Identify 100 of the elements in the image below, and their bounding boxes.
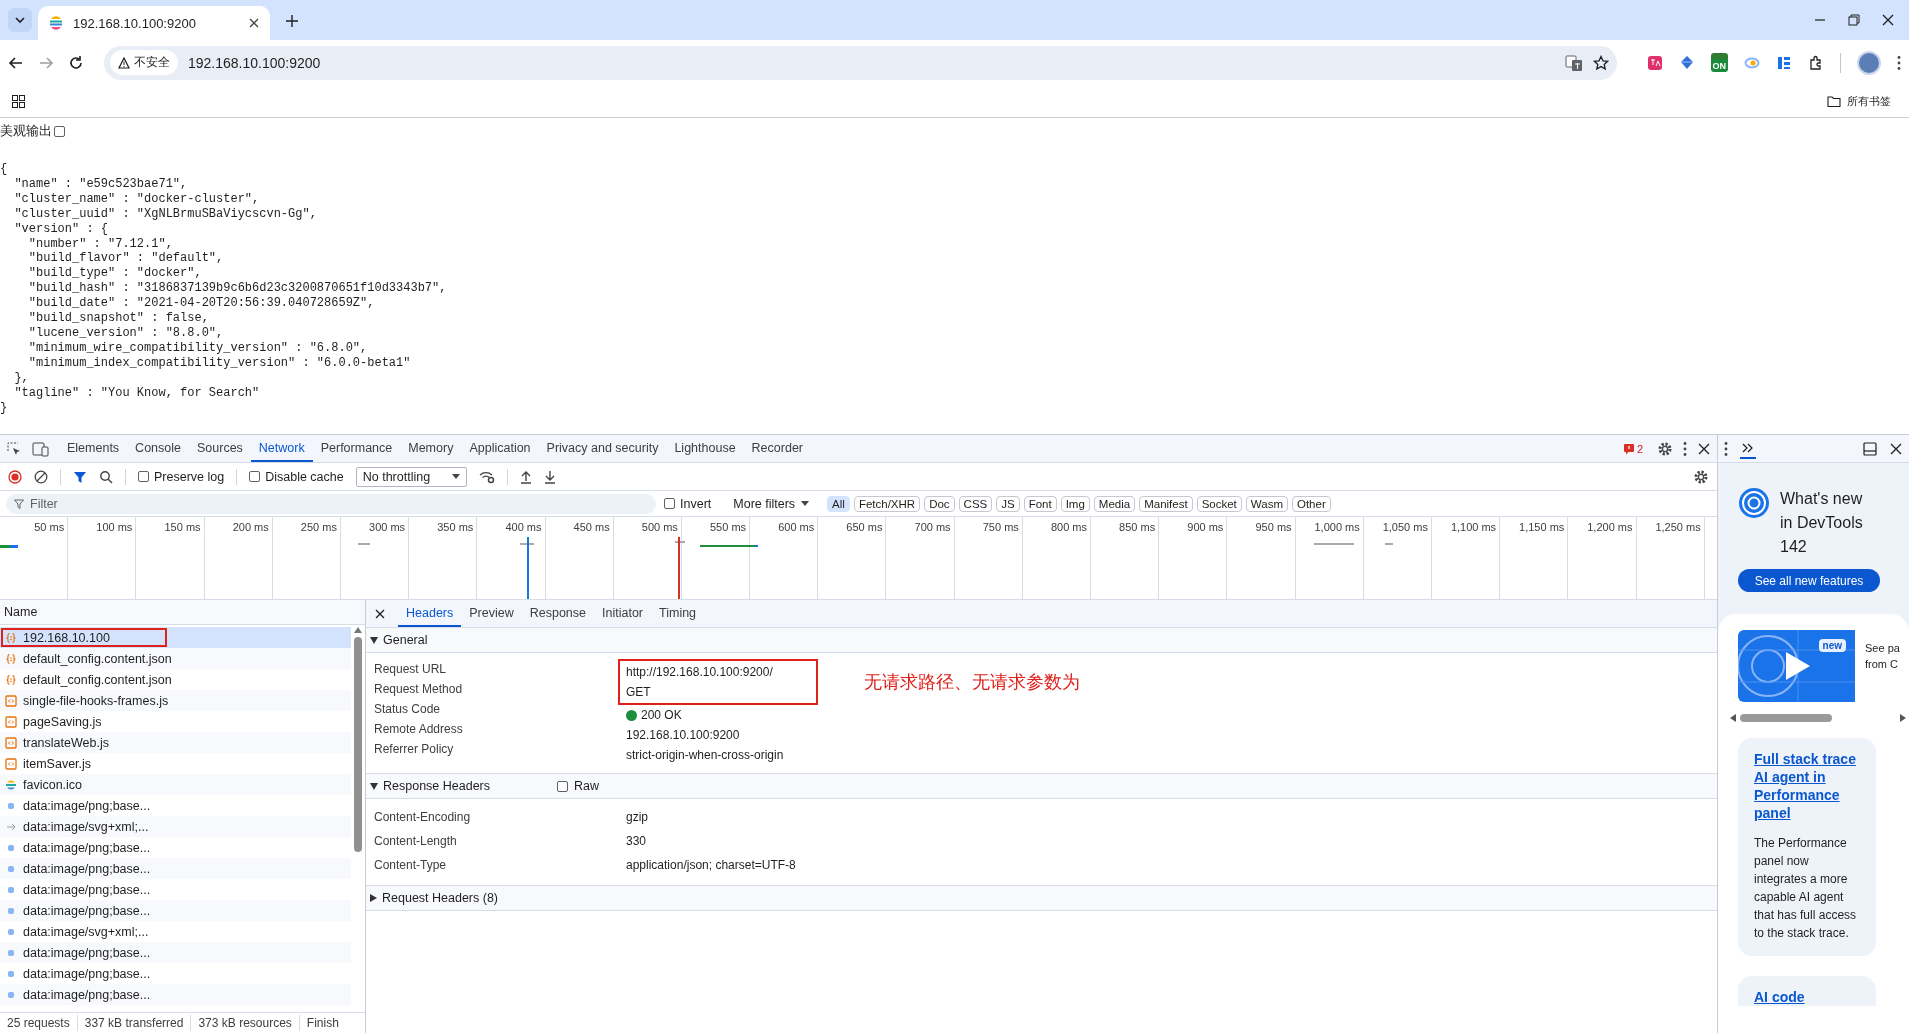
dock-icon[interactable] — [1863, 441, 1877, 456]
type-filter-chip[interactable]: Wasm — [1245, 495, 1288, 512]
section-title[interactable]: Response Headers — [383, 779, 490, 793]
request-row[interactable]: single-file-hooks-frames.js — [0, 690, 351, 711]
filter-field[interactable]: Filter — [6, 493, 656, 514]
sidebar-icon[interactable] — [1776, 54, 1792, 71]
network-conditions-icon[interactable] — [479, 469, 496, 484]
scroll-right-icon[interactable] — [1900, 714, 1906, 722]
section-title[interactable]: General — [383, 633, 428, 647]
checkbox[interactable] — [138, 471, 149, 482]
star-icon[interactable] — [1592, 54, 1609, 71]
panel-tab[interactable]: Elements — [59, 435, 128, 462]
detail-tab[interactable]: Preview — [461, 600, 522, 627]
type-filter-chip[interactable]: Other — [1291, 495, 1331, 512]
panel-tab[interactable]: Sources — [189, 435, 251, 462]
type-filter-chip[interactable]: Manifest — [1139, 495, 1193, 512]
close-icon[interactable] — [1889, 441, 1903, 456]
security-chip[interactable]: 不安全 — [110, 50, 178, 75]
close-icon[interactable] — [1697, 441, 1711, 456]
profile-avatar[interactable] — [1857, 50, 1881, 75]
apps-grid-icon[interactable] — [12, 94, 25, 108]
panel-tab[interactable]: Application — [461, 435, 539, 462]
scroll-up-icon[interactable] — [354, 627, 362, 633]
detail-tab[interactable]: Timing — [651, 600, 705, 627]
restore-icon[interactable] — [1847, 13, 1861, 27]
device-icon[interactable] — [32, 440, 49, 457]
menu-icon[interactable] — [1897, 54, 1901, 71]
panel-tab[interactable]: Privacy and security — [538, 435, 667, 462]
search-icon[interactable] — [99, 469, 113, 484]
scrollbar-thumb[interactable] — [354, 637, 362, 852]
type-filter-chip[interactable]: All — [827, 495, 850, 512]
request-row[interactable]: default_config.content.json — [0, 648, 351, 669]
extension-badge[interactable]: ON — [1710, 53, 1728, 72]
warning-icon — [118, 56, 130, 69]
request-row[interactable]: favicon.ico — [0, 774, 351, 795]
panel-tab[interactable]: Performance — [312, 435, 401, 462]
see-features-button[interactable]: See all new features — [1738, 569, 1880, 592]
type-filter-chip[interactable]: Font — [1023, 495, 1057, 512]
request-row[interactable]: data:image/png;base... — [0, 858, 351, 879]
back-arrow-icon[interactable] — [8, 54, 24, 71]
upload-icon[interactable] — [520, 469, 533, 484]
scroll-left-icon[interactable] — [1730, 714, 1736, 722]
menu-icon[interactable] — [1683, 440, 1687, 457]
checkbox[interactable] — [249, 471, 261, 482]
close-icon[interactable] — [374, 607, 386, 620]
tick-label: 1,100 ms — [1450, 520, 1498, 533]
detail-tab[interactable]: Initiator — [594, 600, 651, 627]
type-filter-chip[interactable]: JS — [996, 495, 1020, 512]
panel-tab[interactable]: Network — [250, 435, 313, 462]
filter-icon[interactable] — [73, 469, 87, 484]
request-row[interactable]: 192.168.10.100 — [0, 627, 351, 648]
translate-icon[interactable] — [1564, 53, 1583, 72]
address-bar[interactable]: 不安全 192.168.10.100:9200 — [104, 45, 1617, 80]
close-icon[interactable] — [1881, 13, 1895, 27]
column-header[interactable]: Name — [0, 600, 365, 625]
request-row[interactable]: data:image/png;base... — [0, 984, 351, 1005]
forward-arrow-icon[interactable] — [38, 54, 54, 71]
settings-icon[interactable] — [1657, 440, 1673, 457]
inspect-icon[interactable] — [6, 440, 22, 457]
square-icon[interactable] — [1646, 54, 1663, 71]
panel-tab[interactable]: Recorder — [743, 435, 811, 462]
type-filter-chip[interactable]: Doc — [924, 495, 955, 512]
panel-tab[interactable]: Console — [127, 435, 189, 462]
request-row[interactable]: data:image/svg+xml;... — [0, 816, 351, 837]
scrollbar-thumb[interactable] — [1740, 714, 1832, 722]
disclosure-triangle-icon[interactable] — [370, 894, 377, 902]
detail-tab[interactable]: Response — [521, 600, 594, 627]
checkbox[interactable] — [557, 780, 568, 792]
article-link[interactable]: Full stack trace AI agent in Performance panel — [1754, 750, 1864, 822]
record-icon[interactable] — [8, 469, 22, 484]
download-icon[interactable] — [544, 469, 557, 484]
menu-icon[interactable] — [1724, 440, 1728, 457]
type-filter-chip[interactable]: Fetch/XHR — [853, 495, 921, 512]
request-row[interactable]: data:image/png;base... — [0, 900, 351, 921]
request-row[interactable]: data:image/png;base... — [0, 942, 351, 963]
diamond-icon[interactable] — [1678, 54, 1695, 71]
close-icon[interactable] — [248, 17, 260, 29]
panel-tab[interactable]: Memory — [400, 435, 462, 462]
type-filter-chip[interactable]: Media — [1093, 495, 1136, 512]
panel-tab[interactable]: Lighthouse — [666, 435, 744, 462]
article-link[interactable]: AI code — [1754, 988, 1864, 1006]
reload-icon[interactable] — [68, 54, 84, 71]
disclosure-triangle-icon[interactable] — [370, 782, 378, 790]
disclosure-triangle-icon[interactable] — [370, 636, 378, 644]
browser-tab[interactable]: 192.168.10.100:9200 — [38, 6, 270, 40]
clear-icon[interactable] — [34, 469, 48, 484]
request-row[interactable]: translateWeb.js — [0, 732, 351, 753]
all-bookmarks-button[interactable]: 所有书签 — [1821, 90, 1897, 112]
section-title[interactable]: Request Headers (8) — [382, 891, 499, 905]
issues-counter[interactable]: 2 — [1622, 442, 1643, 455]
more-filters-button[interactable]: More filters — [733, 496, 810, 511]
type-filter-chip[interactable]: CSS — [958, 495, 993, 512]
type-filter-chip[interactable]: Img — [1060, 495, 1090, 512]
settings-icon[interactable] — [1693, 468, 1709, 485]
puzzle-icon[interactable] — [1808, 54, 1824, 71]
checkbox[interactable] — [54, 125, 65, 137]
tab-search-button[interactable] — [8, 8, 32, 32]
type-filter-chip[interactable]: Socket — [1196, 495, 1242, 512]
throttling-select[interactable]: No throttling — [355, 466, 468, 487]
checkbox[interactable] — [664, 498, 675, 509]
